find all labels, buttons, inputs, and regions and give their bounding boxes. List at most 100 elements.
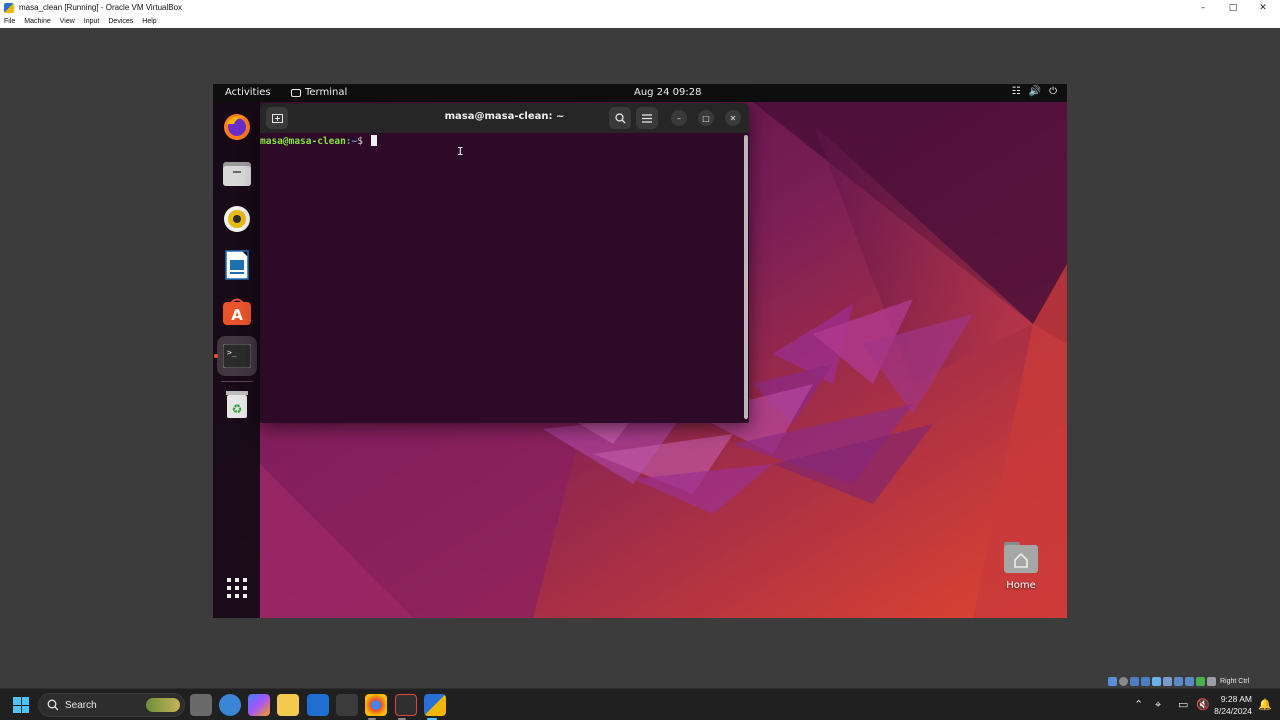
dock-item-rhythmbox[interactable] xyxy=(217,199,257,239)
menu-input[interactable]: Input xyxy=(84,18,100,25)
taskbar-search[interactable]: Search xyxy=(38,693,185,717)
text-cursor xyxy=(370,135,377,146)
search-button[interactable] xyxy=(609,107,631,129)
hdd-icon[interactable] xyxy=(1108,676,1117,686)
search-highlight-image xyxy=(146,698,180,712)
network-icon[interactable]: ⌖ xyxy=(1155,698,1161,712)
terminal-headerbar[interactable]: masa@masa-clean: ~ – □ ✕ xyxy=(260,103,749,133)
virtualbox-vm-icon[interactable] xyxy=(424,694,446,716)
search-icon xyxy=(47,699,59,711)
window-maximize-button[interactable]: □ xyxy=(698,110,714,126)
host-menubar: File Machine View Input Devices Help xyxy=(0,15,1280,28)
chrome-icon[interactable] xyxy=(365,694,387,716)
weather-icon[interactable] xyxy=(219,694,241,716)
shared-folders-icon[interactable] xyxy=(1163,676,1172,686)
usb-icon[interactable] xyxy=(1152,676,1161,686)
minimize-icon: – xyxy=(677,113,681,123)
menu-help[interactable]: Help xyxy=(142,18,156,25)
svg-text:>_: >_ xyxy=(227,348,237,357)
obs-icon[interactable] xyxy=(395,694,417,716)
dock-item-files[interactable] xyxy=(217,153,257,193)
terminal-small-icon xyxy=(291,88,301,97)
maximize-button[interactable]: □ xyxy=(1218,0,1248,15)
host-key-label: Right Ctrl xyxy=(1220,677,1250,685)
vbox-status-bar: Right Ctrl xyxy=(1108,675,1249,687)
terminal-scrollbar[interactable] xyxy=(744,135,748,419)
search-label: Search xyxy=(65,699,97,711)
task-view-icon[interactable] xyxy=(190,694,212,716)
writer-icon xyxy=(225,250,249,280)
cpu-icon[interactable] xyxy=(1196,676,1205,686)
mouse-integration-icon[interactable] xyxy=(1207,676,1216,686)
activities-button[interactable]: Activities xyxy=(225,87,271,98)
prompt-path: :~ xyxy=(345,136,358,147)
chevron-up-icon[interactable]: ⌃ xyxy=(1134,698,1143,711)
windows-taskbar: Search ⌃ ⌖ ▭ 🔇 9:28 AM 8/24/2024 🔔 xyxy=(0,688,1280,720)
minimize-button[interactable]: – xyxy=(1188,0,1218,15)
dock-separator xyxy=(221,381,253,382)
home-folder-icon[interactable] xyxy=(1003,540,1039,574)
dock-item-ubuntu-software[interactable]: A xyxy=(217,291,257,331)
system-menu[interactable]: ☷ 🔊 ⏻ xyxy=(1012,86,1057,97)
notification-bell-icon[interactable]: 🔔 xyxy=(1258,698,1272,711)
virtualbox-manager-icon[interactable] xyxy=(336,694,358,716)
search-icon xyxy=(614,112,625,123)
hamburger-icon xyxy=(642,113,652,123)
terminal-icon: >_ xyxy=(223,344,251,368)
dock-item-firefox[interactable] xyxy=(217,107,257,147)
menu-devices[interactable]: Devices xyxy=(108,18,133,25)
guest-screen[interactable]: Activities Terminal Aug 24 09:28 ☷ 🔊 ⏻ A… xyxy=(213,84,1067,618)
system-tray: ⌃ ⌖ ▭ 🔇 xyxy=(1120,689,1280,720)
gnome-topbar: Activities Terminal Aug 24 09:28 ☷ 🔊 ⏻ xyxy=(213,84,1067,102)
dock: A >_ ♻ xyxy=(213,102,260,618)
file-explorer-icon[interactable] xyxy=(277,694,299,716)
host-window-title: masa_clean [Running] - Oracle VM Virtual… xyxy=(19,3,183,12)
display-icon[interactable] xyxy=(1174,676,1183,686)
close-button[interactable]: ✕ xyxy=(1248,0,1278,15)
menu-machine[interactable]: Machine xyxy=(24,18,50,25)
start-button[interactable] xyxy=(13,697,29,713)
topbar-clock[interactable]: Aug 24 09:28 xyxy=(634,87,701,98)
mouse-ibeam-cursor: I xyxy=(457,145,464,158)
files-icon xyxy=(223,162,251,186)
prompt-user: masa@masa-clean xyxy=(260,136,346,147)
app-menu-label: Terminal xyxy=(305,87,348,98)
copilot-icon[interactable] xyxy=(248,694,270,716)
network-adapter-icon[interactable] xyxy=(1141,676,1150,686)
rhythmbox-icon xyxy=(224,206,250,232)
outlook-icon[interactable] xyxy=(307,694,329,716)
volume-icon: 🔊 xyxy=(1028,86,1042,97)
window-minimize-button[interactable]: – xyxy=(671,110,687,126)
close-icon: ✕ xyxy=(729,113,737,123)
menu-file[interactable]: File xyxy=(4,18,15,25)
optical-drive-icon[interactable] xyxy=(1119,676,1128,686)
virtualbox-logo-icon xyxy=(4,2,14,13)
window-close-button[interactable]: ✕ xyxy=(725,110,741,126)
volume-muted-icon[interactable]: 🔇 xyxy=(1196,698,1210,711)
display-icon[interactable]: ▭ xyxy=(1178,698,1188,711)
taskbar-time[interactable]: 9:28 AM xyxy=(1221,694,1252,704)
prompt-symbol: $ xyxy=(357,136,369,147)
new-tab-button[interactable] xyxy=(266,107,288,129)
firefox-icon xyxy=(224,114,250,140)
dock-item-trash[interactable]: ♻ xyxy=(217,384,257,424)
home-folder-label[interactable]: Home xyxy=(991,580,1051,591)
app-menu[interactable]: Terminal xyxy=(291,87,347,98)
new-tab-icon xyxy=(271,114,283,123)
show-apps-button[interactable] xyxy=(217,568,257,608)
dock-item-terminal[interactable]: >_ xyxy=(217,336,257,376)
svg-text:♻: ♻ xyxy=(232,402,243,416)
power-icon: ⏻ xyxy=(1049,86,1057,97)
running-indicator xyxy=(214,354,218,358)
terminal-body[interactable]: masa@masa-clean:~$ I xyxy=(260,133,749,423)
audio-icon[interactable] xyxy=(1130,676,1139,686)
recording-icon[interactable] xyxy=(1185,676,1194,686)
host-titlebar: masa_clean [Running] - Oracle VM Virtual… xyxy=(0,0,1280,15)
terminal-window[interactable]: masa@masa-clean: ~ – □ ✕ masa@masa-clean… xyxy=(260,103,749,423)
trash-icon: ♻ xyxy=(226,391,248,418)
maximize-icon: □ xyxy=(702,113,710,123)
hamburger-menu-button[interactable] xyxy=(636,107,658,129)
menu-view[interactable]: View xyxy=(60,18,75,25)
dock-item-writer[interactable] xyxy=(217,245,257,285)
taskbar-date[interactable]: 8/24/2024 xyxy=(1214,706,1252,716)
